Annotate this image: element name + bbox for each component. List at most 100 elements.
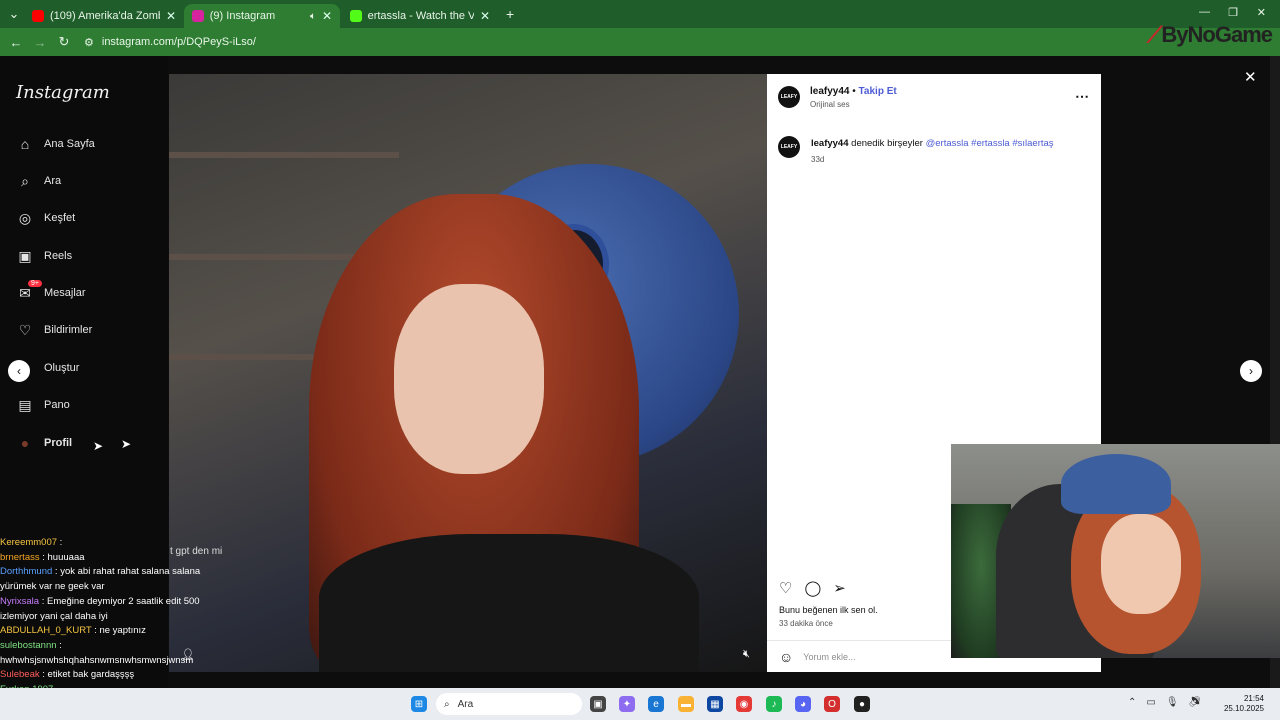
chat-message: Nyrixsala : Emeğine deymiyor 2 saatlik e… xyxy=(0,595,200,607)
sidebar-item-label: Pano xyxy=(44,399,70,411)
maximize-button[interactable]: ❐ xyxy=(1228,6,1238,19)
obs-icon[interactable]: ● xyxy=(854,696,870,712)
sidebar-item-messages[interactable]: ✉ 9+ Mesajlar xyxy=(16,280,86,304)
taskbar-search[interactable]: ⌕ Ara xyxy=(436,693,582,715)
close-tab-icon[interactable]: ✕ xyxy=(322,9,332,23)
taskbar-clock[interactable]: 21:54 25.10.2025 xyxy=(1224,694,1264,714)
mouse-cursor-icon: ➤ xyxy=(121,437,132,451)
reload-button[interactable]: ↻ xyxy=(52,30,76,54)
chat-message: yürümek var ne geek var xyxy=(0,581,105,593)
prev-post-button[interactable]: ‹ xyxy=(8,360,30,382)
sidebar-item-home[interactable]: ⌂ Ana Sayfa xyxy=(16,133,95,155)
opera-icon[interactable]: O xyxy=(824,696,840,712)
mute-icon[interactable]: 🔇︎ xyxy=(743,648,750,661)
instagram-page: Instagram ⌂ Ana Sayfa ⌕ Ara ◎ Keşfet ▣ Reels… xyxy=(0,56,1280,695)
post-video[interactable]: 🔇︎ 👤︎ xyxy=(169,74,767,672)
caption-author-avatar[interactable]: LEAFY xyxy=(778,136,800,158)
sidebar-item-search[interactable]: ⌕ Ara xyxy=(16,170,61,192)
discord-icon[interactable]: ◕ xyxy=(795,696,811,712)
tab-instagram[interactable]: (9) Instagram 🔈︎ ✕ xyxy=(184,4,340,28)
follow-button[interactable]: Takip Et xyxy=(859,86,897,97)
home-icon: ⌂ xyxy=(20,136,30,152)
file-explorer-icon[interactable]: ▬ xyxy=(678,696,694,712)
site-info-icon[interactable]: ⚙ xyxy=(84,36,94,49)
tab-list-button[interactable]: ⌄ xyxy=(2,2,26,26)
mouse-cursor-icon: ➤ xyxy=(93,439,104,453)
like-icon[interactable]: ♡ xyxy=(779,579,792,597)
emoji-icon[interactable]: ☺ xyxy=(779,649,793,665)
chat-message: ABDULLAH_0_KURT : ne yaptınız xyxy=(0,625,146,637)
audio-label[interactable]: Orijinal ses xyxy=(810,100,897,109)
person-face xyxy=(394,284,544,474)
address-bar-row: ← → ↻ ⚙ instagram.com/p/DQPeyS-iLso/ xyxy=(0,28,1280,56)
post-header: leafyy44 • Takip Et Orijinal ses xyxy=(810,86,897,109)
sidebar-item-label: Ana Sayfa xyxy=(44,138,95,150)
search-icon: ⌕ xyxy=(21,172,29,189)
compass-icon: ◎ xyxy=(18,209,32,226)
url-field[interactable]: ⚙ instagram.com/p/DQPeyS-iLso/ xyxy=(84,32,1114,52)
clock-time: 21:54 xyxy=(1243,694,1264,703)
close-window-button[interactable]: ✕ xyxy=(1257,6,1266,19)
new-tab-button[interactable]: + xyxy=(506,6,514,22)
copilot-icon[interactable]: ✦ xyxy=(619,696,635,712)
close-tab-icon[interactable]: ✕ xyxy=(166,9,176,23)
clock-date: 25.10.2025 xyxy=(1223,704,1264,713)
store-icon[interactable]: ▦ xyxy=(707,696,723,712)
forward-button[interactable]: → xyxy=(28,30,52,54)
chat-message: brnertass : huuuaaa xyxy=(0,551,85,563)
instagram-logo[interactable]: Instagram xyxy=(16,82,110,103)
post-actions: ♡ ◯ ➢ xyxy=(779,579,846,597)
tab-kick[interactable]: ertassla - Watch the VOD on Ki ✕ xyxy=(342,4,498,28)
tab-youtube[interactable]: (109) Amerika'da Zombi Mahall ✕ xyxy=(24,4,184,28)
speaker-icon[interactable]: 🔈︎ xyxy=(310,11,316,22)
reels-icon: ▣ xyxy=(18,247,32,264)
edge-icon[interactable]: e xyxy=(648,696,664,712)
more-options-icon[interactable]: ⋯ xyxy=(1075,88,1089,105)
sidebar-item-label: Oluştur xyxy=(44,362,80,374)
spotify-icon[interactable]: ♪ xyxy=(766,696,782,712)
sidebar-item-notifications[interactable]: ♡ Bildirimler xyxy=(16,319,93,341)
tray-icons[interactable]: ⌃▭🎙︎🔊︎ xyxy=(1128,697,1211,708)
close-icon[interactable]: ✕ xyxy=(1244,68,1257,86)
sidebar-item-dashboard[interactable]: ▤ Pano xyxy=(16,394,70,416)
tab-title: (9) Instagram xyxy=(209,10,276,22)
chrome-icon[interactable]: ◉ xyxy=(736,696,752,712)
caption-username[interactable]: leafyy44 xyxy=(811,138,849,149)
sidebar-item-label: Ara xyxy=(44,175,62,187)
sidebar-item-reels[interactable]: ▣ Reels xyxy=(16,245,72,267)
caption-tags[interactable]: @ertassla #ertassla #sılaertaş xyxy=(926,138,1054,149)
sidebar-item-label: Profil xyxy=(44,437,73,449)
likes-text[interactable]: Bunu beğenen ilk sen ol. xyxy=(779,605,878,615)
sidebar-item-label: Reels xyxy=(44,250,73,262)
comment-icon[interactable]: ◯ xyxy=(804,579,821,597)
tab-bar: ⌄ (109) Amerika'da Zombi Mahall ✕ (9) In… xyxy=(0,0,1280,28)
sidebar-item-profile[interactable]: ● Profil xyxy=(16,432,72,454)
task-view-icon[interactable]: ▣ xyxy=(590,696,606,712)
sidebar-item-explore[interactable]: ◎ Keşfet xyxy=(16,207,75,229)
streamer-webcam xyxy=(951,444,1280,658)
close-tab-icon[interactable]: ✕ xyxy=(480,9,490,23)
minimize-button[interactable]: — xyxy=(1199,6,1210,18)
chat-message: sulebostannn : xyxy=(0,639,62,651)
bynogame-logo: ⟋ByNoGame xyxy=(1147,22,1273,47)
messages-badge: 9+ xyxy=(28,280,42,287)
heart-icon: ♡ xyxy=(18,321,32,338)
sidebar-item-label: Keşfet xyxy=(44,212,76,224)
sidebar-item-label: Mesajlar xyxy=(44,287,86,299)
back-button[interactable]: ← xyxy=(4,30,28,54)
chat-message: izlemiyor yani çal daha iyi xyxy=(0,610,108,622)
post-time: 33 dakika önce xyxy=(779,619,833,628)
url-text: instagram.com/p/DQPeyS-iLso/ xyxy=(101,36,256,48)
kick-icon xyxy=(350,10,362,22)
windows-start-icon[interactable]: ⊞ xyxy=(411,696,427,712)
author-username[interactable]: leafyy44 xyxy=(810,86,849,97)
caption-text: denedik birşeyler xyxy=(851,138,923,149)
post-caption: leafyy44 denedik birşeyler @ertassla #er… xyxy=(811,138,1091,164)
author-avatar[interactable]: LEAFY xyxy=(778,86,800,108)
stream-chat-overlay: Kereemm007 : brnertass : huuuaaa Dorthhm… xyxy=(0,536,240,698)
share-icon[interactable]: ➢ xyxy=(833,579,846,597)
comment-input[interactable]: Yorum ekle... xyxy=(803,652,855,662)
search-icon: ⌕ xyxy=(444,698,450,710)
next-post-button[interactable]: › xyxy=(1240,360,1262,382)
tab-title: (109) Amerika'da Zombi Mahall xyxy=(50,10,160,22)
